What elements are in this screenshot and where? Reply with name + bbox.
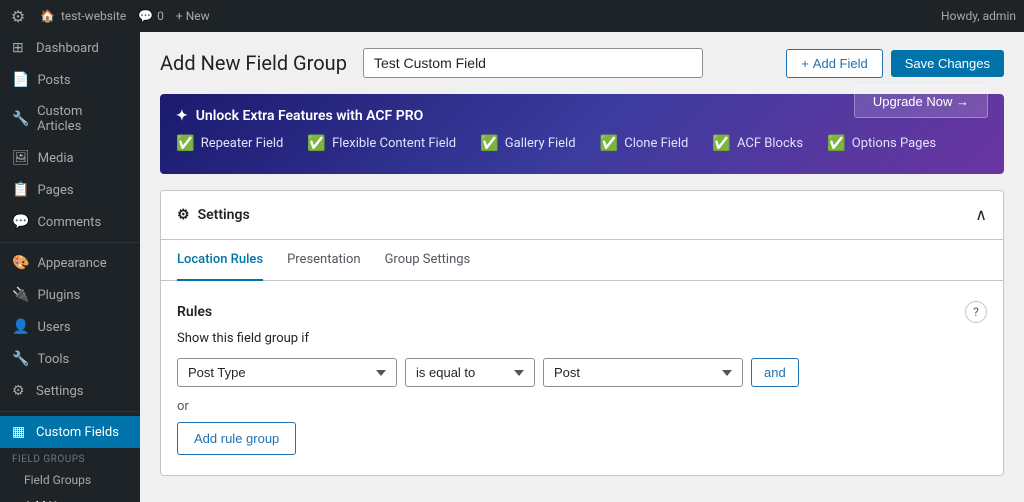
- feature-gallery: ✅ Gallery Field: [480, 134, 575, 152]
- feature-options: ✅ Options Pages: [827, 134, 936, 152]
- add-field-button[interactable]: + Add Field: [786, 49, 883, 78]
- promo-features: ✅ Repeater Field ✅ Flexible Content Fiel…: [176, 134, 988, 152]
- upgrade-button[interactable]: Upgrade Now →: [854, 85, 988, 118]
- sidebar: ⊞ Dashboard 📄 Posts 🔧 Custom Articles 🖼 …: [0, 32, 140, 502]
- appearance-icon: 🎨: [12, 255, 29, 271]
- posts-icon: 📄: [12, 72, 29, 88]
- acf-icon: ✦: [176, 108, 188, 124]
- users-icon: 👤: [12, 319, 29, 335]
- condition-select[interactable]: Post Type: [177, 358, 397, 387]
- field-group-name-input[interactable]: [363, 48, 703, 78]
- feature-acf-blocks: ✅ ACF Blocks: [712, 134, 803, 152]
- tab-group-settings[interactable]: Group Settings: [385, 240, 471, 281]
- sidebar-section-label: Field Groups: [0, 448, 140, 467]
- sidebar-item-dashboard[interactable]: ⊞ Dashboard: [0, 32, 140, 64]
- sidebar-item-media[interactable]: 🖼 Media: [0, 142, 140, 174]
- rule-row: Post Type is equal to Post and: [177, 358, 987, 387]
- value-select[interactable]: Post: [543, 358, 743, 387]
- rules-label: Rules: [177, 304, 212, 320]
- comments-count[interactable]: 💬 0: [138, 9, 164, 23]
- promo-banner: ✦ Unlock Extra Features with ACF PRO Upg…: [160, 94, 1004, 174]
- tools-icon: 🔧: [12, 351, 29, 367]
- dashboard-icon: ⊞: [12, 40, 28, 56]
- sidebar-item-pages[interactable]: 📋 Pages: [0, 174, 140, 206]
- promo-title: ✦ Unlock Extra Features with ACF PRO Upg…: [176, 108, 988, 124]
- page-header: Add New Field Group + Add Field Save Cha…: [160, 48, 1004, 78]
- sidebar-sub-add-new[interactable]: Add New: [0, 493, 140, 502]
- settings-content: Rules ? Show this field group if Post Ty…: [161, 281, 1003, 475]
- collapse-button[interactable]: ∧: [975, 205, 987, 225]
- show-label: Show this field group if: [177, 331, 987, 346]
- pages-icon: 📋: [12, 182, 29, 198]
- howdy-text: Howdy, admin: [941, 9, 1016, 23]
- comments-icon: 💬: [12, 214, 29, 230]
- check-icon-5: ✅: [712, 134, 731, 152]
- check-icon-4: ✅: [600, 134, 619, 152]
- tab-location-rules[interactable]: Location Rules: [177, 240, 263, 281]
- add-rule-group-button[interactable]: Add rule group: [177, 422, 296, 455]
- settings-panel: ⚙ Settings ∧ Location Rules Presentation…: [160, 190, 1004, 476]
- plus-icon: +: [801, 56, 809, 71]
- feature-flexible: ✅ Flexible Content Field: [307, 134, 456, 152]
- check-icon-1: ✅: [176, 134, 195, 152]
- new-button[interactable]: + New: [176, 9, 210, 23]
- operator-select[interactable]: is equal to: [405, 358, 535, 387]
- settings-tabs: Location Rules Presentation Group Settin…: [161, 240, 1003, 281]
- and-button[interactable]: and: [751, 358, 799, 387]
- sidebar-item-tools[interactable]: 🔧 Tools: [0, 343, 140, 375]
- wp-logo[interactable]: ⚙: [8, 6, 28, 26]
- help-icon[interactable]: ?: [965, 301, 987, 323]
- custom-fields-icon: ▦: [12, 424, 28, 440]
- tab-presentation[interactable]: Presentation: [287, 240, 361, 281]
- feature-repeater: ✅ Repeater Field: [176, 134, 283, 152]
- sidebar-item-custom-articles[interactable]: 🔧 Custom Articles: [0, 96, 140, 142]
- settings-gear-icon: ⚙: [177, 207, 190, 223]
- sidebar-sub-field-groups[interactable]: Field Groups: [0, 467, 140, 493]
- sidebar-item-comments[interactable]: 💬 Comments: [0, 206, 140, 238]
- comment-icon: 💬: [138, 9, 153, 23]
- custom-articles-icon: 🔧: [12, 111, 29, 127]
- plugins-icon: 🔌: [12, 287, 29, 303]
- header-actions: + Add Field Save Changes: [786, 49, 1004, 78]
- save-changes-button[interactable]: Save Changes: [891, 50, 1004, 77]
- settings-icon: ⚙: [12, 383, 28, 399]
- sidebar-divider-2: [0, 411, 140, 412]
- sidebar-divider-1: [0, 242, 140, 243]
- or-label: or: [177, 399, 987, 414]
- wp-layout: ⊞ Dashboard 📄 Posts 🔧 Custom Articles 🖼 …: [0, 32, 1024, 502]
- sidebar-item-posts[interactable]: 📄 Posts: [0, 64, 140, 96]
- admin-bar: ⚙ 🏠 test-website 💬 0 + New Howdy, admin: [0, 0, 1024, 32]
- sidebar-item-settings[interactable]: ⚙ Settings: [0, 375, 140, 407]
- media-icon: 🖼: [12, 150, 30, 166]
- rules-header: Rules ?: [177, 301, 987, 323]
- feature-clone: ✅ Clone Field: [600, 134, 689, 152]
- check-icon-6: ✅: [827, 134, 846, 152]
- home-icon: 🏠: [40, 9, 55, 23]
- page-title: Add New Field Group: [160, 51, 347, 75]
- sidebar-item-users[interactable]: 👤 Users: [0, 311, 140, 343]
- settings-header: ⚙ Settings ∧: [161, 191, 1003, 240]
- check-icon-2: ✅: [307, 134, 326, 152]
- sidebar-item-appearance[interactable]: 🎨 Appearance: [0, 247, 140, 279]
- settings-title: ⚙ Settings: [177, 207, 250, 223]
- main-content: Add New Field Group + Add Field Save Cha…: [140, 32, 1024, 502]
- check-icon-3: ✅: [480, 134, 499, 152]
- sidebar-item-custom-fields[interactable]: ▦ Custom Fields: [0, 416, 140, 448]
- site-name[interactable]: 🏠 test-website: [40, 9, 126, 23]
- sidebar-item-plugins[interactable]: 🔌 Plugins: [0, 279, 140, 311]
